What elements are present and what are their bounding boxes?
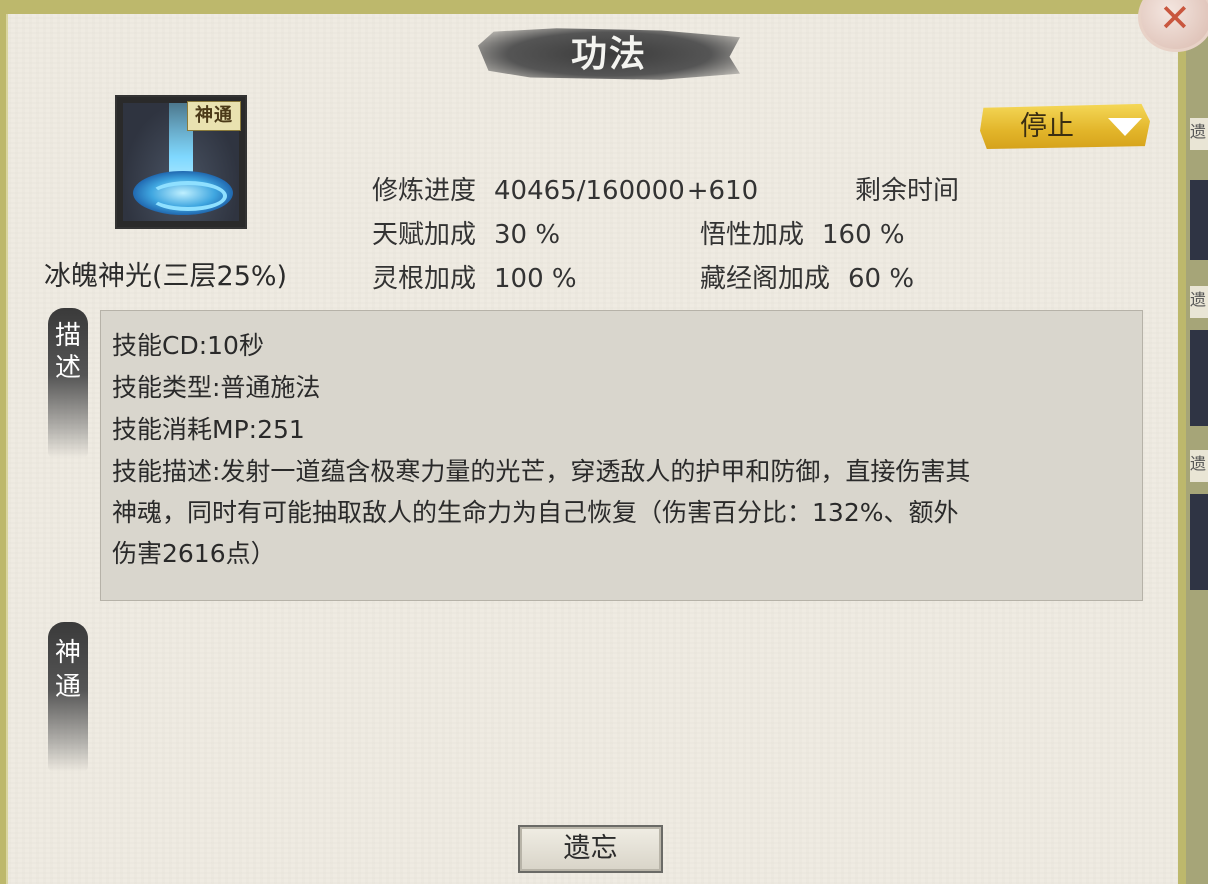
description-line: 技能CD:10秒 [112, 331, 264, 360]
spirit-root-label: 灵根加成 [372, 264, 477, 294]
spirit-root-value: 100 % [494, 264, 577, 294]
description-line: 技能类型:普通施法 [112, 373, 321, 402]
description-line: 伤害2616点） [112, 539, 276, 568]
talent-stat: 天赋加成 30 % [372, 214, 560, 251]
description-line: 技能描述:发射一道蕴含极寒力量的光芒，穿透敌人的护甲和防御，直接伤害其 [112, 457, 971, 486]
skill-icon[interactable]: 神通 [115, 95, 247, 229]
talent-label: 天赋加成 [372, 220, 477, 250]
spirit-root-stat: 灵根加成 100 % [372, 258, 577, 295]
progress-stat: 修炼进度 40465/160000+610 [372, 170, 758, 207]
skill-name: 冰魄神光(三层25%) [44, 261, 288, 292]
description-line: 神魂，同时有可能抽取敌人的生命力为自己恢复（伤害百分比：132%、额外 [112, 498, 959, 527]
side-list-item[interactable]: 遗 [1190, 118, 1208, 150]
comprehension-stat: 悟性加成 160 % [700, 214, 905, 251]
description-section-label: 描述 [55, 321, 82, 383]
chevron-down-icon[interactable] [1108, 118, 1142, 136]
comprehension-value: 160 % [822, 220, 905, 250]
side-list-item[interactable]: 遗 [1190, 286, 1208, 318]
comprehension-label: 悟性加成 [700, 220, 805, 250]
side-list-card[interactable] [1190, 180, 1208, 260]
progress-label: 修炼进度 [372, 176, 477, 206]
library-stat: 藏经阁加成 60 % [700, 258, 914, 295]
remaining-time-label: 剩余时间 [855, 176, 960, 206]
library-value: 60 % [848, 264, 915, 294]
forget-button[interactable]: 遗忘 [518, 825, 663, 873]
shentong-section-label: 神通 [55, 638, 82, 702]
side-list-card[interactable] [1190, 494, 1208, 590]
side-list-item[interactable]: 遗 [1190, 450, 1208, 482]
page-title: 功法 [570, 34, 647, 75]
close-icon: ✕ [1159, 0, 1191, 40]
talent-value: 30 % [494, 220, 561, 250]
stop-button-label: 停止 [1020, 111, 1074, 142]
skill-type-tag: 神通 [187, 101, 241, 131]
progress-value: 40465/160000 [494, 176, 685, 206]
side-list-card[interactable] [1190, 330, 1208, 426]
description-line: 技能消耗MP:251 [112, 415, 305, 444]
progress-rate: +610 [686, 176, 759, 206]
library-label: 藏经阁加成 [700, 264, 831, 294]
